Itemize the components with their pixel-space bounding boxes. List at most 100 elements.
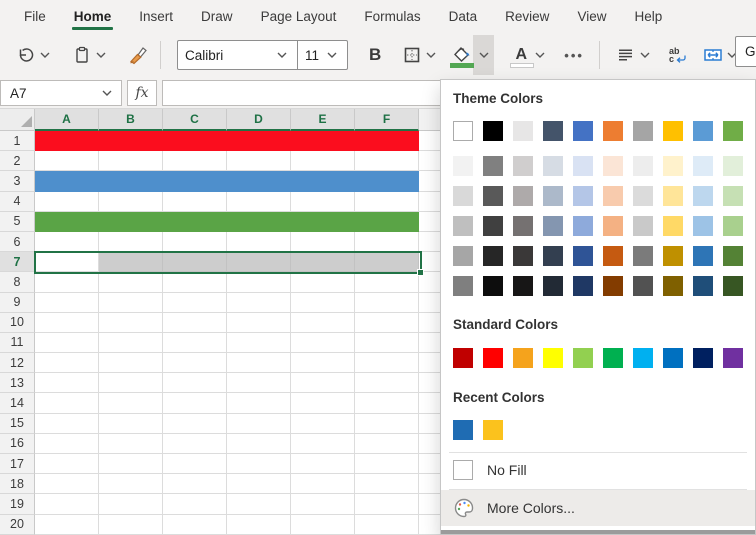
standard-color-swatch[interactable] (513, 348, 533, 368)
cell-B6[interactable] (99, 232, 163, 252)
cell-F19[interactable] (355, 494, 419, 514)
font-name-select[interactable]: Calibri (178, 41, 298, 69)
cell-D9[interactable] (227, 293, 291, 313)
theme-tint-swatch[interactable] (693, 216, 713, 236)
theme-tint-swatch[interactable] (633, 186, 653, 206)
chevron-down-icon[interactable] (637, 35, 653, 75)
cell-E7[interactable] (291, 252, 355, 272)
insert-function-button[interactable]: fx (127, 80, 157, 106)
font-color-button[interactable]: A (509, 35, 549, 75)
row-header-16[interactable]: 16 (0, 434, 35, 454)
cell-D13[interactable] (227, 373, 291, 393)
row-header-15[interactable]: 15 (0, 414, 35, 434)
row-header-3[interactable]: 3 (0, 171, 35, 191)
column-header-b[interactable]: B (99, 109, 163, 131)
theme-tint-swatch[interactable] (543, 186, 563, 206)
cell-C19[interactable] (163, 494, 227, 514)
cell-A4[interactable] (35, 192, 99, 212)
theme-tint-swatch[interactable] (453, 246, 473, 266)
cell-F12[interactable] (355, 353, 419, 373)
cell-B13[interactable] (99, 373, 163, 393)
cell-A8[interactable] (35, 272, 99, 292)
cell-D4[interactable] (227, 192, 291, 212)
row-header-20[interactable]: 20 (0, 515, 35, 535)
cell-F9[interactable] (355, 293, 419, 313)
theme-tint-swatch[interactable] (543, 276, 563, 296)
cell-C20[interactable] (163, 515, 227, 535)
theme-tint-swatch[interactable] (513, 156, 533, 176)
row-header-7[interactable]: 7 (0, 252, 35, 272)
cell-A19[interactable] (35, 494, 99, 514)
theme-tint-swatch[interactable] (513, 276, 533, 296)
cell-E12[interactable] (291, 353, 355, 373)
theme-tint-swatch[interactable] (633, 276, 653, 296)
theme-tint-swatch[interactable] (513, 246, 533, 266)
cell-C17[interactable] (163, 454, 227, 474)
ribbon-tab-file[interactable]: File (10, 0, 60, 32)
cell-E14[interactable] (291, 393, 355, 413)
cell-E4[interactable] (291, 192, 355, 212)
theme-tint-swatch[interactable] (483, 246, 503, 266)
theme-tint-swatch[interactable] (453, 216, 473, 236)
cell-E1[interactable] (291, 131, 355, 151)
cell-B16[interactable] (99, 434, 163, 454)
cell-D18[interactable] (227, 474, 291, 494)
cell-C5[interactable] (163, 212, 227, 232)
cell-E2[interactable] (291, 151, 355, 171)
theme-tint-swatch[interactable] (663, 156, 683, 176)
cell-B11[interactable] (99, 333, 163, 353)
cell-E5[interactable] (291, 212, 355, 232)
cell-D19[interactable] (227, 494, 291, 514)
cell-F16[interactable] (355, 434, 419, 454)
ribbon-tab-data[interactable]: Data (435, 0, 492, 32)
theme-color-swatch[interactable] (663, 121, 683, 141)
cell-F20[interactable] (355, 515, 419, 535)
cell-C2[interactable] (163, 151, 227, 171)
theme-tint-swatch[interactable] (453, 276, 473, 296)
theme-tint-swatch[interactable] (573, 246, 593, 266)
format-painter-button[interactable] (126, 35, 150, 75)
theme-tint-swatch[interactable] (483, 156, 503, 176)
cell-B4[interactable] (99, 192, 163, 212)
name-box[interactable]: A7 (0, 80, 122, 106)
ribbon-tab-page-layout[interactable]: Page Layout (247, 0, 351, 32)
cell-C4[interactable] (163, 192, 227, 212)
row-header-13[interactable]: 13 (0, 373, 35, 393)
cell-B19[interactable] (99, 494, 163, 514)
cell-D10[interactable] (227, 313, 291, 333)
cell-B7[interactable] (99, 252, 163, 272)
bold-button[interactable]: B (362, 35, 388, 75)
row-header-1[interactable]: 1 (0, 131, 35, 151)
recent-color-swatch[interactable] (483, 420, 503, 440)
ribbon-tab-draw[interactable]: Draw (187, 0, 247, 32)
cell-D20[interactable] (227, 515, 291, 535)
cell-E19[interactable] (291, 494, 355, 514)
theme-tint-swatch[interactable] (513, 186, 533, 206)
cell-D7[interactable] (227, 252, 291, 272)
cell-F7[interactable] (355, 252, 419, 272)
cell-D17[interactable] (227, 454, 291, 474)
standard-color-swatch[interactable] (663, 348, 683, 368)
cell-D1[interactable] (227, 131, 291, 151)
cell-A1[interactable] (35, 131, 99, 151)
undo-button[interactable] (14, 35, 54, 75)
no-fill-item[interactable]: No Fill (441, 453, 755, 487)
cell-A18[interactable] (35, 474, 99, 494)
theme-tint-swatch[interactable] (723, 276, 743, 296)
theme-tint-swatch[interactable] (513, 216, 533, 236)
cell-A2[interactable] (35, 151, 99, 171)
chevron-down-icon[interactable] (423, 35, 439, 75)
cell-F6[interactable] (355, 232, 419, 252)
cell-D11[interactable] (227, 333, 291, 353)
cell-C16[interactable] (163, 434, 227, 454)
theme-color-swatch[interactable] (723, 121, 743, 141)
theme-tint-swatch[interactable] (633, 246, 653, 266)
cell-C8[interactable] (163, 272, 227, 292)
cell-A14[interactable] (35, 393, 99, 413)
cell-F8[interactable] (355, 272, 419, 292)
cell-B9[interactable] (99, 293, 163, 313)
theme-tint-swatch[interactable] (483, 276, 503, 296)
theme-tint-swatch[interactable] (693, 156, 713, 176)
wrap-text-button[interactable]: ab c (668, 35, 687, 75)
cell-E15[interactable] (291, 414, 355, 434)
